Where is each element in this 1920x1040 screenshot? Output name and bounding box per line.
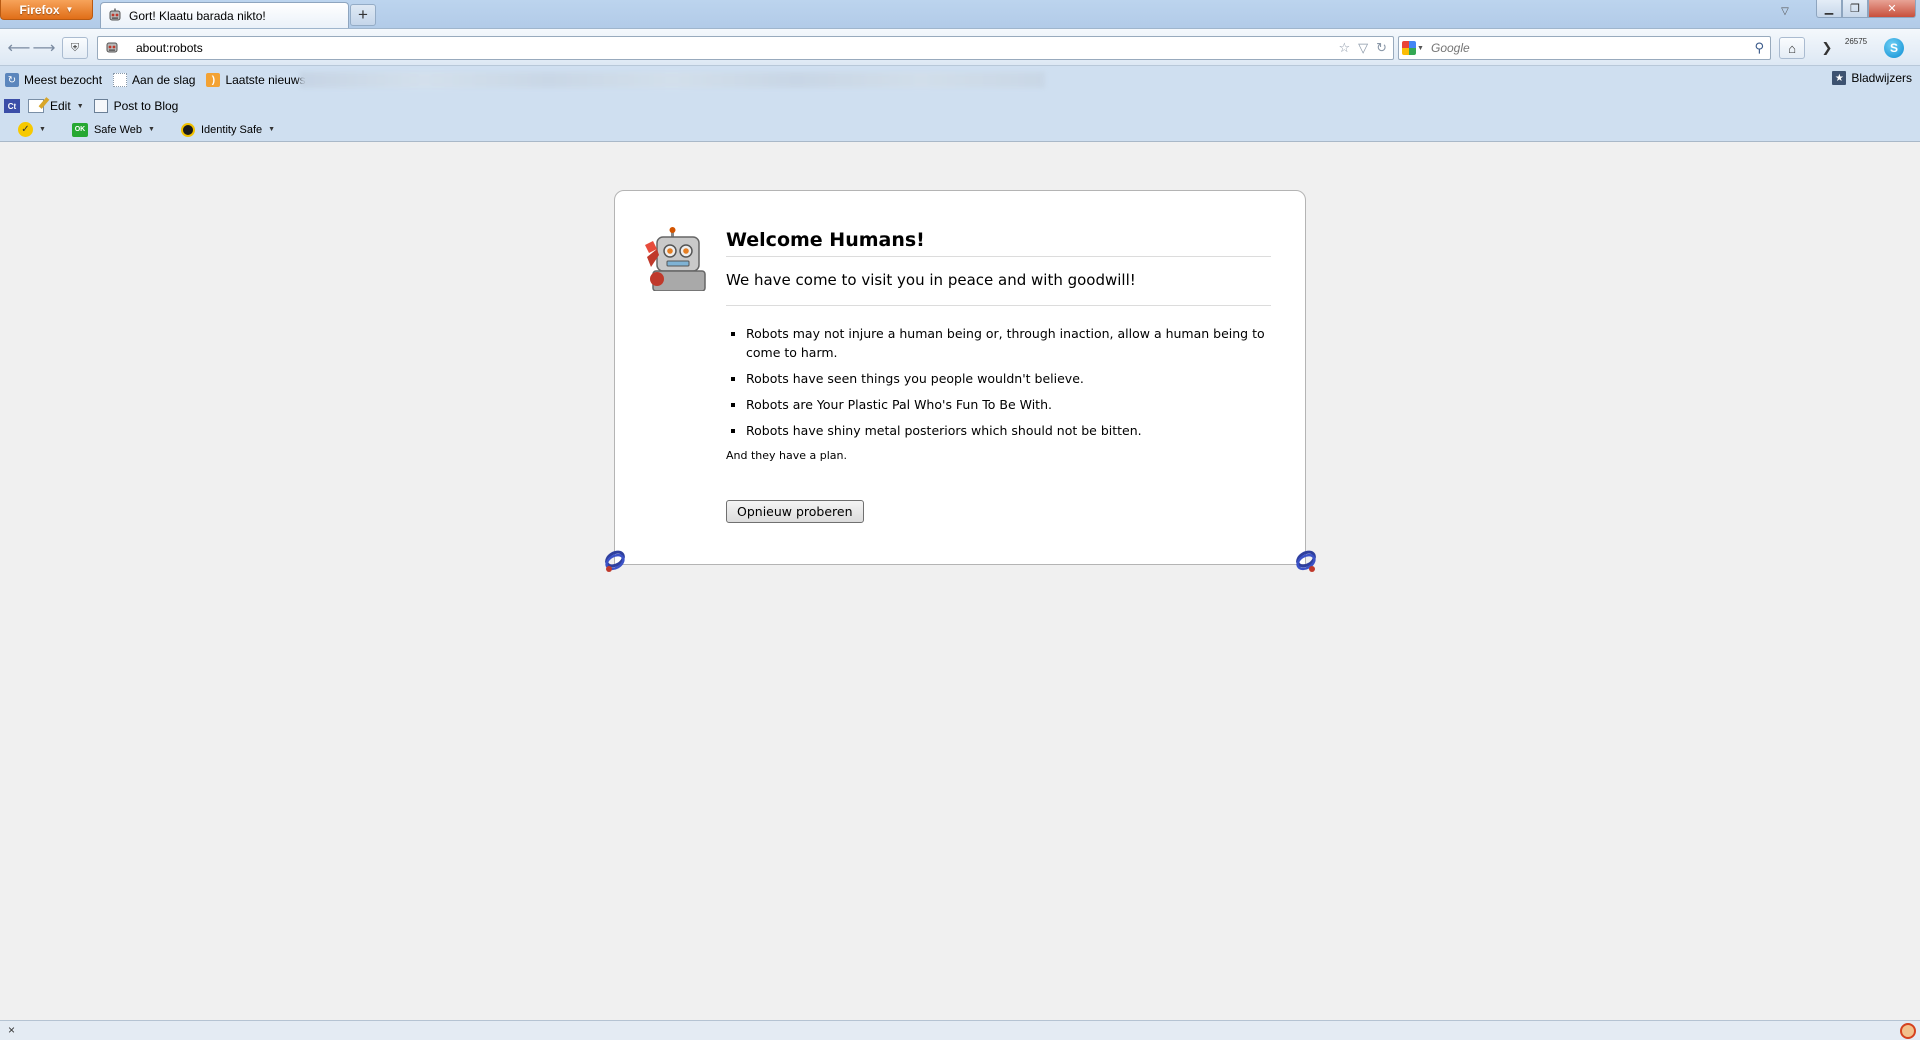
browser-chrome: Firefox ▼ Gort! Klaatu barada nikto! + ▽… (0, 0, 1920, 142)
restore-button[interactable]: ❐ (1842, 0, 1868, 18)
close-window-button[interactable]: ✕ (1868, 0, 1916, 18)
minimize-icon: ▁ (1824, 3, 1834, 15)
back-button[interactable]: ⟵ (7, 37, 31, 59)
blurred-bookmarks (300, 72, 1045, 88)
norton-check-icon: ✓ (18, 122, 33, 137)
navigation-toolbar: ⟵ ⟶ ⛨ ☆ ▽ ↻ ▼ (0, 28, 1920, 66)
restore-icon: ❐ (1850, 3, 1860, 15)
tab-active[interactable]: Gort! Klaatu barada nikto! (100, 2, 349, 28)
post-page-icon (93, 99, 108, 113)
most-visited-icon: ↻ (5, 73, 19, 87)
shield-icon: ⛨ (70, 41, 80, 54)
robot-icon (645, 227, 709, 291)
rss-icon: ) (206, 73, 221, 87)
home-button[interactable]: ⌂ (1779, 37, 1805, 59)
chevron-down-icon: ▼ (65, 5, 74, 14)
reload-icon[interactable]: ↻ (1376, 40, 1387, 56)
chevron-right-icon: ❯ (1821, 40, 1833, 55)
bookmark-most-visited[interactable]: ↻ Meest bezocht (5, 73, 102, 87)
post-to-blog-button[interactable]: Post to Blog (93, 99, 179, 113)
safe-web-label: Safe Web (93, 123, 143, 136)
error-page-container: Welcome Humans! We have come to visit yo… (605, 190, 1316, 572)
search-input[interactable] (1431, 38, 1751, 58)
new-tab-button[interactable]: + (350, 4, 376, 26)
bolt-icon (605, 550, 625, 572)
firefox-menu-button[interactable]: Firefox ▼ (0, 0, 93, 20)
list-item: Robots may not injure a human being or, … (746, 324, 1271, 362)
bookmarks-menu-label: Bladwijzers (1851, 71, 1912, 85)
tab-list-chevron-icon[interactable]: ▽ (1776, 6, 1794, 22)
search-bar[interactable]: ▼ ⚲ (1398, 36, 1771, 60)
error-content: Welcome Humans! We have come to visit yo… (726, 229, 1271, 523)
bookmark-label: Aan de slag (132, 73, 196, 87)
edit-button[interactable]: Edit ▼ (28, 99, 84, 113)
forward-arrow-icon: ⟶ (32, 40, 56, 57)
try-again-button[interactable]: Opnieuw proberen (726, 500, 864, 523)
url-input[interactable] (136, 38, 1316, 58)
bolt-icon (1296, 550, 1316, 572)
safe-web-icon: OK (71, 122, 88, 137)
toolbar-overflow-button[interactable]: ❯ (1814, 37, 1840, 59)
chevron-down-icon: ▼ (268, 126, 276, 133)
chevron-down-icon: ▼ (76, 102, 84, 110)
bookmark-star-icon[interactable]: ☆ (1338, 40, 1350, 56)
blog-toolbar: Ct Edit ▼ Post to Blog (0, 94, 1920, 118)
edit-label: Edit (50, 99, 71, 113)
bookmarks-toolbar: ↻ Meest bezocht Aan de slag ) Laatste ni… (0, 67, 1920, 93)
title-bar: Firefox ▼ Gort! Klaatu barada nikto! + ▽… (0, 0, 1920, 28)
norton-toolbar: ✓ ▼ OK Safe Web ▼ Identity Safe ▼ (0, 118, 1920, 141)
identity-safe-label: Identity Safe (200, 123, 263, 136)
plan-text: And they have a plan. (726, 449, 848, 462)
firefox-menu-label: Firefox (19, 2, 60, 17)
norton-check-button[interactable]: ✓ ▼ (0, 122, 46, 137)
list-item: Robots are Your Plastic Pal Who's Fun To… (746, 395, 1271, 414)
robot-favicon-icon (106, 42, 118, 53)
skype-button[interactable]: S (1880, 37, 1908, 59)
history-dropdown-icon[interactable]: ▽ (1358, 40, 1368, 56)
search-engine-selector[interactable]: ▼ (1399, 37, 1427, 59)
minimize-button[interactable]: ▁ (1816, 0, 1842, 18)
edit-pencil-icon (28, 99, 44, 113)
post-to-blog-label: Post to Blog (113, 99, 179, 113)
site-identity-button[interactable]: ⛨ (62, 37, 88, 59)
ct-toolbar-icon[interactable]: Ct (4, 99, 20, 113)
robot-laws-list: Robots may not injure a human being or, … (746, 324, 1271, 440)
url-bar[interactable]: ☆ ▽ ↻ (97, 36, 1394, 60)
page-title: Welcome Humans! (726, 229, 1271, 257)
tab-title: Gort! Klaatu barada nikto! (129, 8, 266, 23)
page-subtitle: We have come to visit you in peace and w… (726, 271, 1271, 306)
back-arrow-icon: ⟵ (7, 40, 31, 57)
bookmark-latest-news[interactable]: ) Laatste nieuws (206, 73, 306, 87)
robot-favicon-icon (109, 8, 121, 20)
status-bar: × (0, 1020, 1920, 1040)
bookmarks-star-icon: ★ (1832, 71, 1847, 85)
bookmark-label: Meest bezocht (24, 73, 103, 87)
bookmark-label: Laatste nieuws (225, 73, 306, 87)
list-item: Robots have seen things you people would… (746, 369, 1271, 388)
close-icon[interactable]: × (8, 1023, 15, 1037)
close-icon: ✕ (1887, 3, 1897, 15)
bookmark-getting-started[interactable]: Aan de slag (113, 73, 195, 87)
blocked-status-icon[interactable] (1900, 1023, 1916, 1039)
safe-web-button[interactable]: OK Safe Web ▼ (71, 122, 155, 137)
skype-icon: S (1884, 38, 1904, 58)
chevron-down-icon: ▼ (1417, 44, 1424, 52)
chevron-down-icon: ▼ (39, 126, 46, 133)
identity-safe-icon (180, 122, 195, 137)
list-item: Robots have shiny metal posteriors which… (746, 421, 1271, 440)
counter-extension-button[interactable]: 26575 (1842, 37, 1870, 59)
blank-page-icon (113, 73, 128, 87)
home-icon: ⌂ (1788, 40, 1796, 56)
bookmarks-menu-button[interactable]: ★ Bladwijzers (1832, 71, 1912, 85)
page-content: Welcome Humans! We have come to visit yo… (0, 142, 1920, 1020)
forward-button[interactable]: ⟶ (32, 37, 56, 59)
counter-badge: 26575 (1844, 37, 1868, 46)
identity-safe-button[interactable]: Identity Safe ▼ (180, 122, 276, 137)
chevron-down-icon: ▼ (148, 126, 155, 133)
google-icon (1402, 41, 1417, 55)
search-icon[interactable]: ⚲ (1754, 40, 1764, 56)
